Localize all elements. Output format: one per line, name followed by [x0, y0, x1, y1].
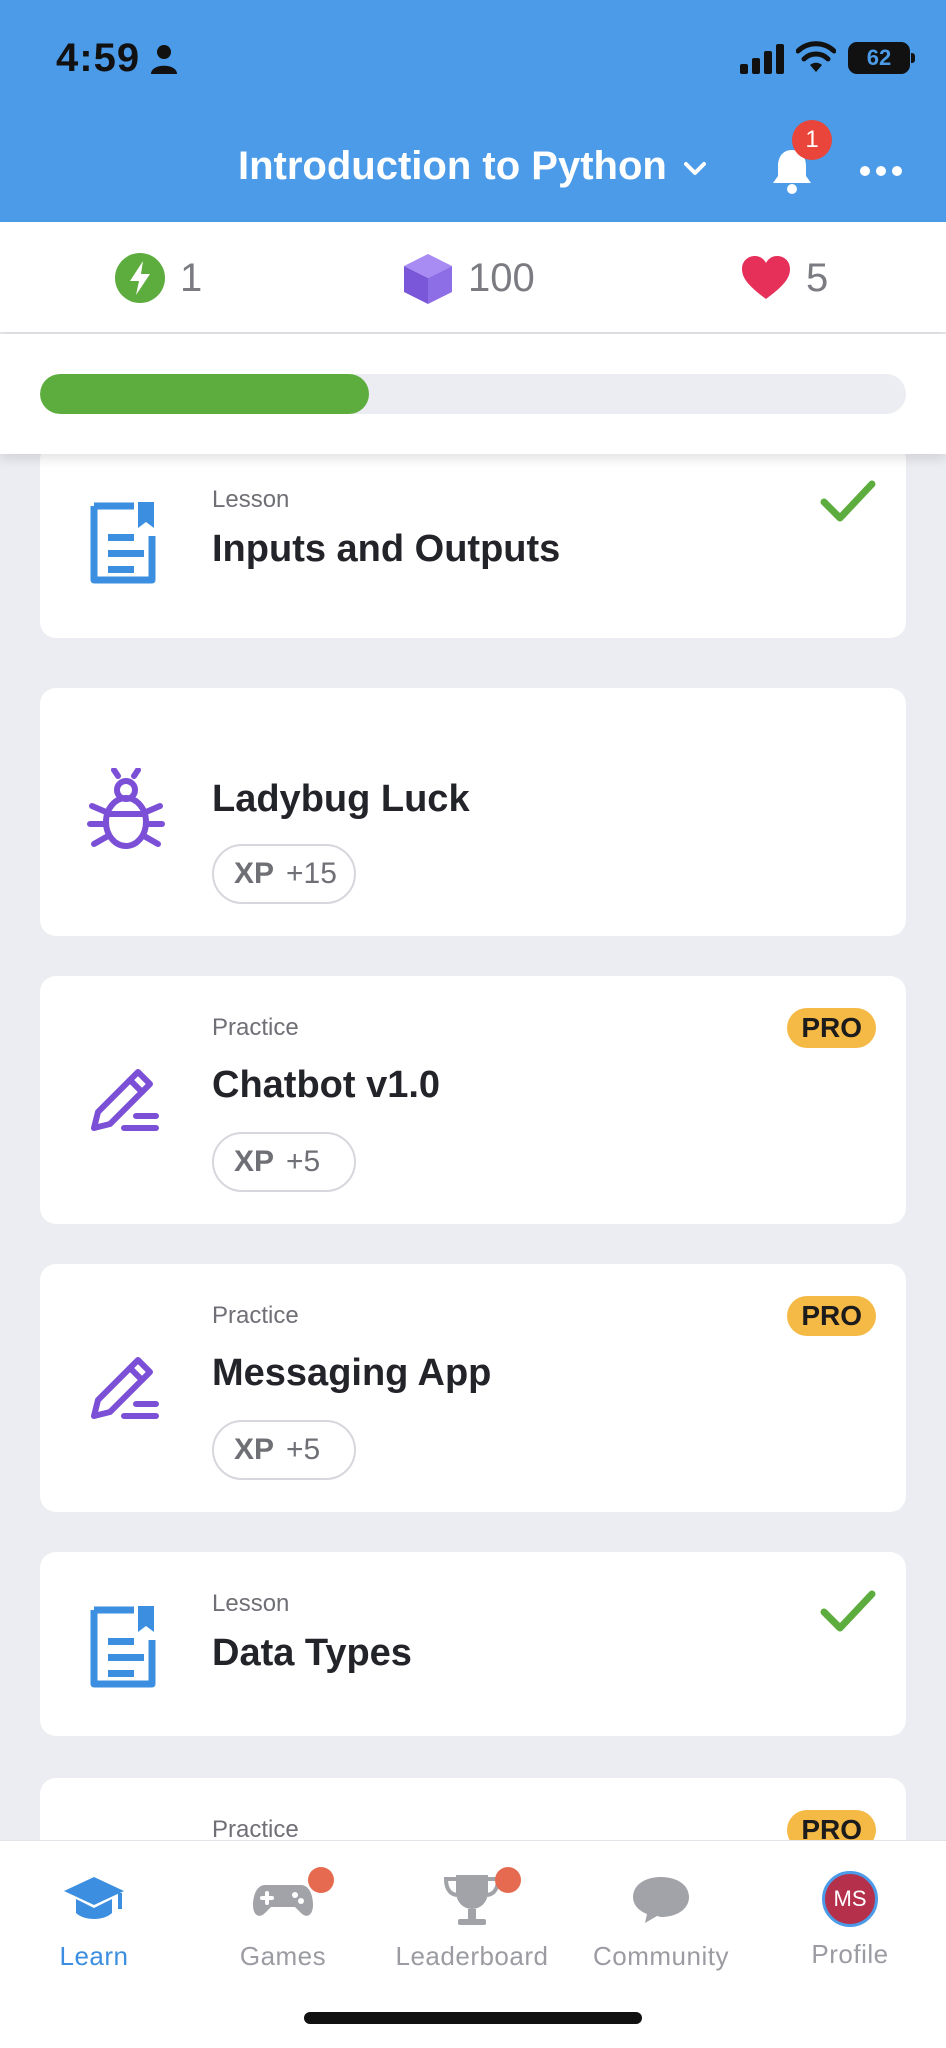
- xp-reward-chip: XP +5: [212, 1132, 356, 1192]
- card-title: Chatbot v1.0: [212, 1064, 441, 1106]
- pencil-edit-icon: [91, 1069, 159, 1131]
- tab-games[interactable]: Games: [188, 1861, 378, 1981]
- chat-bubble-icon: [633, 1877, 689, 1923]
- checkmark-icon: [820, 1590, 876, 1632]
- pro-badge: PRO: [787, 1810, 876, 1840]
- xp-reward-chip: XP +15: [212, 844, 356, 904]
- xp-label: XP: [234, 1433, 275, 1466]
- bug-icon: [87, 768, 165, 849]
- practice-card[interactable]: Practice Messaging App XP +5 PRO: [40, 1264, 906, 1512]
- gems-stat[interactable]: 100: [402, 252, 535, 304]
- card-title: Messaging App: [212, 1352, 492, 1394]
- xp-value: +5: [286, 1145, 321, 1178]
- tab-profile[interactable]: MS Profile: [755, 1861, 945, 1981]
- card-title: Data Types: [212, 1632, 412, 1674]
- notification-dot: [495, 1867, 521, 1893]
- card-type-label: Practice: [212, 1302, 299, 1329]
- streak-stat[interactable]: 1: [114, 252, 202, 304]
- xp-label: XP: [234, 857, 275, 890]
- gamepad-icon: [253, 1885, 313, 1916]
- practice-card[interactable]: Practice PRO: [40, 1778, 906, 1840]
- more-options-icon[interactable]: [858, 164, 904, 178]
- xp-value: +5: [286, 1433, 321, 1466]
- tab-label: Profile: [811, 1939, 889, 1969]
- notification-dot: [308, 1867, 334, 1893]
- gem-cube-icon: [404, 254, 452, 304]
- chevron-down-icon[interactable]: [682, 160, 708, 178]
- home-indicator: [304, 2012, 642, 2024]
- streak-count: 1: [180, 255, 203, 300]
- tab-label: Learn: [59, 1941, 129, 1971]
- pro-badge: PRO: [787, 1008, 876, 1048]
- tab-learn[interactable]: Learn: [0, 1861, 189, 1981]
- wifi-icon: [796, 41, 836, 72]
- tab-label: Community: [593, 1941, 729, 1971]
- status-time: 4:59: [56, 36, 141, 80]
- practice-card[interactable]: Practice Chatbot v1.0 XP +5 PRO: [40, 976, 906, 1224]
- card-title: Inputs and Outputs: [212, 528, 561, 570]
- card-type-label: Practice: [212, 1014, 299, 1041]
- lightning-icon: [115, 253, 165, 303]
- graduation-cap-icon: [64, 1877, 124, 1919]
- hearts-count: 5: [806, 255, 829, 300]
- challenge-card[interactable]: Ladybug Luck XP +15: [40, 688, 906, 936]
- pro-badge: PRO: [787, 1296, 876, 1336]
- card-type-label: Practice: [212, 1816, 299, 1840]
- gems-count: 100: [468, 255, 535, 300]
- xp-label: XP: [234, 1145, 275, 1178]
- pencil-edit-icon: [91, 1357, 159, 1419]
- cellular-signal-icon: [740, 44, 784, 74]
- lesson-document-icon: [90, 1606, 156, 1688]
- app-header: 4:59 62 Introduction to Python 1: [0, 0, 946, 222]
- person-icon: [151, 45, 177, 74]
- battery-indicator: 62: [848, 42, 915, 74]
- avatar: MS: [822, 1871, 878, 1927]
- lesson-document-icon: [90, 502, 156, 584]
- xp-value: +15: [286, 857, 337, 890]
- hearts-stat[interactable]: 5: [740, 252, 828, 304]
- lesson-list: Lesson Inputs and Outputs Ladybug Luck X…: [0, 454, 946, 1840]
- tab-label: Games: [239, 1941, 327, 1971]
- tab-community[interactable]: Community: [566, 1861, 756, 1981]
- checkmark-icon: [820, 480, 876, 522]
- tab-leaderboard[interactable]: Leaderboard: [377, 1861, 567, 1981]
- lesson-card[interactable]: Lesson Inputs and Outputs: [40, 454, 906, 638]
- xp-reward-chip: XP +5: [212, 1420, 356, 1480]
- card-title: Ladybug Luck: [212, 778, 470, 820]
- card-type-label: Lesson: [212, 1590, 290, 1617]
- course-title[interactable]: Introduction to Python: [238, 144, 667, 189]
- progress-track: [40, 374, 906, 414]
- stats-bar: 1 100 5: [0, 222, 946, 332]
- course-progress: [0, 334, 946, 454]
- progress-fill: [40, 374, 370, 414]
- notification-badge: 1: [792, 120, 832, 160]
- status-bar: 4:59 62: [0, 0, 946, 120]
- tab-label: Leaderboard: [395, 1941, 549, 1971]
- card-type-label: Lesson: [212, 486, 290, 513]
- lesson-card[interactable]: Lesson Data Types: [40, 1552, 906, 1736]
- heart-icon: [742, 256, 790, 299]
